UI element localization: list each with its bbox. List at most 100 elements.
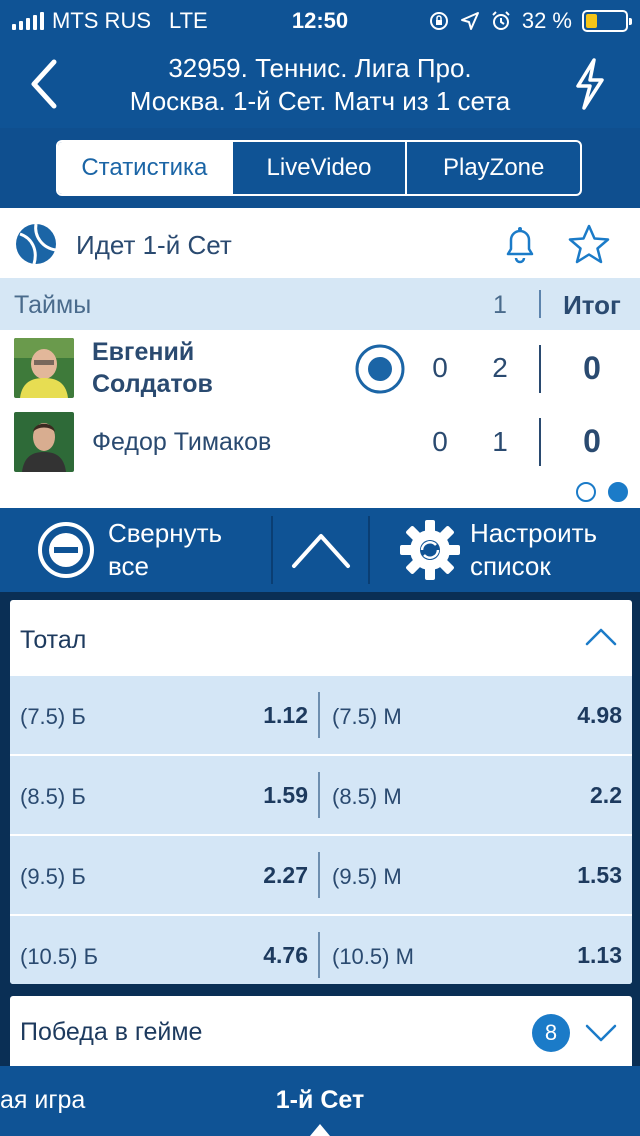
odds-label: (7.5) М <box>332 704 402 729</box>
customize-list-button[interactable]: Настроить список <box>370 508 640 592</box>
odds-row: (8.5) Б 1.59 (8.5) М 2.2 <box>10 754 632 834</box>
page-dot-active[interactable] <box>608 482 628 502</box>
avatar <box>14 412 74 472</box>
chevron-down-icon <box>585 1024 617 1042</box>
market-title: Тотал <box>20 626 87 654</box>
game-score: 0 <box>432 426 448 457</box>
player-full-name: Федор Тимаков <box>92 428 272 456</box>
set-score: 2 <box>492 352 508 383</box>
market-total: Тотал (7.5) Б 1.12 (7.5) М 4.98 (8.5) Б … <box>10 600 632 984</box>
title-line-1: 32959. Теннис. Лига Про. <box>168 53 472 83</box>
total-score: 0 <box>583 350 601 386</box>
period-1-label: 1 <box>493 291 507 319</box>
player-row: Евгений Солдатов 0 2 0 <box>0 330 640 408</box>
toolbar-divider <box>271 516 273 584</box>
player-row: Федор Тимаков 0 1 0 <box>0 408 640 476</box>
total-score: 0 <box>583 423 601 459</box>
customize-label-line-2: список <box>470 551 551 581</box>
game-score: 0 <box>432 352 448 383</box>
odds-divider <box>318 772 320 818</box>
tab-livevideo[interactable]: LiveVideo <box>233 142 408 194</box>
header: 32959. Теннис. Лига Про. Москва. 1-й Сет… <box>0 40 640 128</box>
odds-row: (9.5) Б 2.27 (9.5) М 1.53 <box>10 834 632 914</box>
collapse-icon <box>38 522 94 578</box>
status-bar: MTS RUS LTE 12:50 32 % <box>0 0 640 40</box>
serving-indicator-icon <box>355 344 405 394</box>
gear-icon <box>400 520 460 580</box>
chevron-up-icon <box>292 534 350 568</box>
status-right: 32 % <box>428 8 632 34</box>
odds-value: 1.12 <box>263 702 308 728</box>
page-indicator[interactable] <box>576 482 628 502</box>
tennis-ball-icon <box>16 223 57 265</box>
collapse-label-line-1: Свернуть <box>108 518 223 548</box>
markets-list: Тотал (7.5) Б 1.12 (7.5) М 4.98 (8.5) Б … <box>0 592 640 1066</box>
odds-under-cell[interactable]: (10.5) М 1.13 <box>322 916 632 984</box>
odds-over-cell[interactable]: (9.5) Б 2.27 <box>10 836 318 914</box>
odds-over-cell[interactable]: (7.5) Б 1.12 <box>10 676 318 754</box>
page-dot[interactable] <box>576 482 596 502</box>
customize-label-line-1: Настроить <box>470 518 598 548</box>
score-divider <box>539 345 541 393</box>
odds-divider <box>318 932 320 978</box>
player-name: Федор Тимаков <box>92 426 271 458</box>
view-tabs: Статистика LiveVideo PlayZone <box>56 140 582 196</box>
market-count-badge: 8 <box>532 1014 570 1052</box>
star-icon[interactable] <box>566 222 612 268</box>
location-icon <box>460 12 479 30</box>
collapse-all-button[interactable]: Свернуть все <box>0 508 272 592</box>
tab-playzone[interactable]: PlayZone <box>407 142 580 194</box>
match-status: Идет 1-й Сет <box>76 230 232 260</box>
title-line-2: Москва. 1-й Сет. Матч из 1 сета <box>129 86 511 116</box>
odds-value: 1.59 <box>263 782 308 808</box>
bell-icon[interactable] <box>498 222 542 266</box>
match-panel: Идет 1-й Сет Таймы 1 Итог Евгений Солдат… <box>0 208 640 508</box>
tab-set-1[interactable]: 1-й Сет <box>0 1086 640 1115</box>
total-label: Итог <box>563 290 621 320</box>
alarm-icon <box>492 11 510 30</box>
odds-under-cell[interactable]: (7.5) М 4.98 <box>322 676 632 754</box>
scroll-up-button[interactable] <box>274 508 368 592</box>
rotation-lock-icon <box>429 12 448 30</box>
periods-header: Таймы 1 Итог <box>0 278 640 330</box>
odds-value: 2.27 <box>263 862 308 888</box>
lightning-icon[interactable] <box>570 54 610 114</box>
odds-divider <box>318 852 320 898</box>
chevron-up-icon <box>585 628 617 646</box>
market-title: Победа в гейме <box>20 1018 203 1046</box>
period-tabs: ая игра 1-й Сет <box>0 1066 640 1136</box>
odds-label: (9.5) Б <box>20 864 86 889</box>
odds-divider <box>318 692 320 738</box>
odds-label: (7.5) Б <box>20 704 86 729</box>
customize-list-label: Настроить список <box>470 517 597 583</box>
periods-label: Таймы <box>14 291 92 319</box>
odds-label: (8.5) Б <box>20 784 86 809</box>
avatar <box>14 338 74 398</box>
odds-over-cell[interactable]: (10.5) Б 4.76 <box>10 916 318 984</box>
markets-toolbar: Свернуть все Настроить список <box>0 508 640 592</box>
back-arrow-icon[interactable] <box>26 54 66 114</box>
tab-statistics[interactable]: Статистика <box>58 142 233 194</box>
odds-row: (10.5) Б 4.76 (10.5) М 1.13 <box>10 914 632 984</box>
odds-row: (7.5) Б 1.12 (7.5) М 4.98 <box>10 674 632 754</box>
odds-label: (10.5) Б <box>20 944 99 969</box>
set-score: 1 <box>492 426 508 457</box>
player-name: Евгений Солдатов <box>92 336 213 400</box>
market-header[interactable]: Тотал <box>10 600 632 676</box>
collapse-label-line-2: все <box>108 551 149 581</box>
player-first-name: Евгений <box>92 338 195 366</box>
battery-icon <box>582 10 632 32</box>
odds-over-cell[interactable]: (8.5) Б 1.59 <box>10 756 318 834</box>
odds-under-cell[interactable]: (8.5) М 2.2 <box>322 756 632 834</box>
market-game-win[interactable]: Победа в гейме 8 <box>10 996 632 1066</box>
match-status-row: Идет 1-й Сет <box>0 208 640 278</box>
odds-value: 4.98 <box>577 702 622 728</box>
odds-value: 1.53 <box>577 862 622 888</box>
odds-label: (9.5) М <box>332 864 402 889</box>
odds-value: 4.76 <box>263 942 308 968</box>
battery-percent: 32 % <box>521 8 572 33</box>
collapse-all-label: Свернуть все <box>108 517 222 583</box>
odds-value: 1.13 <box>577 942 622 968</box>
odds-under-cell[interactable]: (9.5) М 1.53 <box>322 836 632 914</box>
page-title: 32959. Теннис. Лига Про. Москва. 1-й Сет… <box>80 52 560 118</box>
